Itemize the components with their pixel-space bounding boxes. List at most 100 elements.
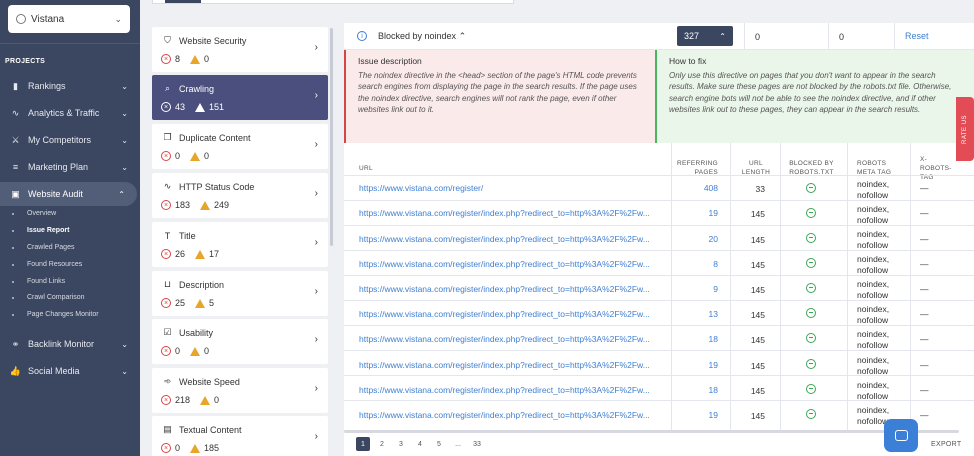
export-button[interactable]: EXPORT bbox=[931, 441, 961, 448]
row-url-link[interactable]: https://www.vistana.com/register/ bbox=[359, 183, 659, 193]
warning-count: 249 bbox=[214, 200, 230, 210]
sidebar-subitem-page-changes-monitor[interactable]: Page Changes Monitor bbox=[12, 311, 99, 318]
not-blocked-icon bbox=[806, 384, 816, 394]
row-x-robots: — bbox=[920, 234, 929, 244]
row-referring-pages[interactable]: 20 bbox=[674, 234, 718, 244]
chevron-up-icon: ⌃ bbox=[118, 189, 125, 199]
sidebar-subitem-found-links[interactable]: Found Links bbox=[12, 278, 65, 285]
row-referring-pages[interactable]: 408 bbox=[674, 183, 718, 193]
sidebar-section-title: PROJECTS bbox=[5, 58, 46, 65]
sidebar-item-backlink-monitor[interactable]: ⚭ Backlink Monitor ⌄ bbox=[0, 332, 140, 356]
row-url-link[interactable]: https://www.vistana.com/register/index.p… bbox=[359, 284, 659, 294]
sidebar-item-social-media[interactable]: 👍 Social Media ⌄ bbox=[0, 359, 140, 383]
issue-card-website-security[interactable]: ⛉ Website Security › × 8 0 bbox=[152, 27, 328, 72]
website-audit-icon: ▣ bbox=[11, 188, 20, 199]
issue-card-website-speed[interactable]: ➾ Website Speed › × 218 0 bbox=[152, 368, 328, 413]
row-url-link[interactable]: https://www.vistana.com/register/index.p… bbox=[359, 208, 659, 218]
bullet-icon bbox=[12, 280, 14, 283]
warning-icon bbox=[195, 102, 206, 112]
row-url-link[interactable]: https://www.vistana.com/register/index.p… bbox=[359, 334, 659, 344]
reset-link[interactable]: Reset bbox=[905, 31, 929, 41]
sidebar-subitem-label: Page Changes Monitor bbox=[27, 311, 99, 318]
issue-card-crawling[interactable]: ⌕ Crawling › × 43 151 bbox=[152, 75, 328, 120]
rate-us-tab[interactable]: RATE US bbox=[956, 97, 974, 161]
row-url-link[interactable]: https://www.vistana.com/register/index.p… bbox=[359, 410, 659, 420]
row-referring-pages[interactable]: 18 bbox=[674, 334, 718, 344]
error-icon: × bbox=[161, 346, 171, 356]
sidebar-subitem-issue-report[interactable]: Issue Report bbox=[12, 227, 69, 234]
issue-filter-toggle[interactable]: Blocked by noindex ⌃ bbox=[378, 31, 466, 42]
sidebar-subitem-label: Issue Report bbox=[27, 227, 70, 234]
sidebar-item-competitors[interactable]: ⚔ My Competitors ⌄ bbox=[0, 128, 140, 152]
issue-card-http-status-code[interactable]: ∿ HTTP Status Code › × 183 249 bbox=[152, 173, 328, 218]
sidebar-item-website-audit[interactable]: ▣ Website Audit ⌃ bbox=[0, 182, 137, 206]
sidebar-subitem-found-resources[interactable]: Found Resources bbox=[12, 261, 82, 268]
issue-card-textual-content[interactable]: ▤ Textual Content › × 0 185 bbox=[152, 416, 328, 456]
row-referring-pages[interactable]: 18 bbox=[674, 385, 718, 395]
chat-button[interactable] bbox=[884, 419, 918, 452]
row-url-link[interactable]: https://www.vistana.com/register/index.p… bbox=[359, 360, 659, 370]
page-button[interactable]: 3 bbox=[394, 437, 408, 451]
issue-card-duplicate-content[interactable]: ❐ Duplicate Content › × 0 0 bbox=[152, 124, 328, 169]
issue-card-description[interactable]: ⊔ Description › × 25 5 bbox=[152, 271, 328, 316]
page-button[interactable]: 5 bbox=[432, 437, 446, 451]
page-button[interactable]: 33 bbox=[470, 437, 484, 451]
bullet-icon bbox=[12, 313, 14, 316]
filter-field-2[interactable]: 0 bbox=[828, 23, 894, 50]
row-url-link[interactable]: https://www.vistana.com/register/index.p… bbox=[359, 385, 659, 395]
row-url-length: 145 bbox=[750, 335, 765, 345]
sidebar-item-label: Rankings bbox=[28, 81, 66, 91]
issue-counts: × 218 0 bbox=[161, 395, 219, 405]
row-referring-pages[interactable]: 19 bbox=[674, 360, 718, 370]
warning-count: 0 bbox=[204, 54, 210, 64]
filter-field-1[interactable]: 0 bbox=[744, 23, 828, 50]
issue-detail-panel: i Blocked by noindex ⌃ 327 ⌃ 0 0 Reset Is… bbox=[344, 23, 974, 456]
table-horizontal-scrollbar[interactable] bbox=[344, 430, 959, 433]
not-blocked-icon bbox=[806, 258, 816, 268]
sidebar-item-marketing-plan[interactable]: ≡ Marketing Plan ⌄ bbox=[0, 155, 140, 179]
page-count-select[interactable]: 327 ⌃ bbox=[677, 26, 733, 46]
row-referring-pages[interactable]: 13 bbox=[674, 309, 718, 319]
marketing-plan-icon: ≡ bbox=[12, 162, 19, 172]
sidebar-item-analytics[interactable]: ∿ Analytics & Traffic ⌄ bbox=[0, 101, 140, 125]
row-url-link[interactable]: https://www.vistana.com/register/index.p… bbox=[359, 309, 659, 319]
not-blocked-icon bbox=[806, 283, 816, 293]
chevron-right-icon: › bbox=[314, 90, 318, 101]
sidebar-item-rankings[interactable]: ▮ Rankings ⌄ bbox=[0, 74, 140, 98]
info-icon[interactable]: i bbox=[357, 31, 367, 41]
issue-counts: × 183 249 bbox=[161, 200, 229, 210]
issues-scrollbar[interactable] bbox=[330, 28, 333, 246]
project-name: Vistana bbox=[31, 13, 65, 25]
page-button[interactable]: 4 bbox=[413, 437, 427, 451]
row-referring-pages[interactable]: 9 bbox=[674, 284, 718, 294]
row-robots-meta: noindex, nofollow bbox=[857, 355, 890, 376]
link-icon: ⚭ bbox=[11, 338, 20, 349]
row-url-link[interactable]: https://www.vistana.com/register/index.p… bbox=[359, 259, 659, 269]
project-selector[interactable]: Vistana ⌄ bbox=[8, 5, 130, 33]
page-button[interactable]: 1 bbox=[356, 437, 370, 451]
sidebar-item-label: Social Media bbox=[28, 366, 80, 376]
row-referring-pages[interactable]: 8 bbox=[674, 259, 718, 269]
warning-icon bbox=[190, 346, 201, 356]
chevron-down-icon: ⌄ bbox=[114, 13, 122, 24]
sidebar-subitem-crawl-comparison[interactable]: Crawl Comparison bbox=[12, 294, 85, 301]
row-url-length: 145 bbox=[750, 361, 765, 371]
bar-chart-icon: ▮ bbox=[13, 80, 18, 91]
row-url-length: 145 bbox=[750, 285, 765, 295]
error-icon: × bbox=[161, 102, 171, 112]
error-count: 43 bbox=[175, 102, 186, 112]
row-referring-pages[interactable]: 19 bbox=[674, 410, 718, 420]
sidebar-subitem-crawled-pages[interactable]: Crawled Pages bbox=[12, 244, 74, 251]
row-referring-pages[interactable]: 19 bbox=[674, 208, 718, 218]
sidebar-subitem-overview[interactable]: Overview bbox=[12, 210, 56, 217]
row-url-link[interactable]: https://www.vistana.com/register/index.p… bbox=[359, 234, 659, 244]
row-robots-meta: noindex, nofollow bbox=[857, 380, 890, 401]
issue-card-usability[interactable]: ☑ Usability › × 0 0 bbox=[152, 319, 328, 364]
page-button[interactable]: 2 bbox=[375, 437, 389, 451]
issue-counts: × 0 185 bbox=[161, 443, 219, 453]
issue-card-title[interactable]: T Title › × 26 17 bbox=[152, 222, 328, 267]
error-count: 218 bbox=[175, 395, 191, 405]
search-icon: ⌕ bbox=[164, 83, 171, 93]
shield-icon: ⛉ bbox=[164, 35, 171, 45]
not-blocked-icon bbox=[806, 333, 816, 343]
